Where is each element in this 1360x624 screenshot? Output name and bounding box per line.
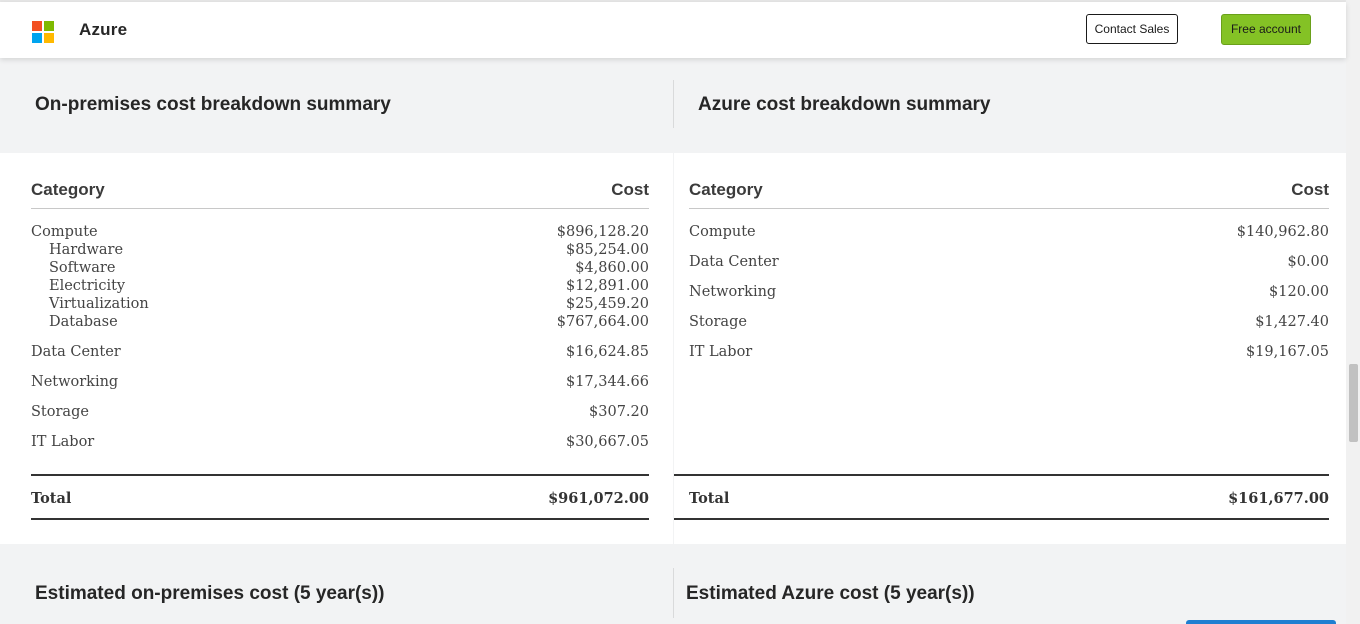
estimated-onprem-title: Estimated on-premises cost (5 year(s)) [35,583,385,604]
row-datacenter-cost: $16,624.85 [565,344,649,360]
total-bottom-divider [674,518,1329,520]
header-divider [689,208,1329,209]
azure-total-label: Total [689,490,730,507]
row-networking-label: Networking [31,374,119,390]
row-networking-cost: $120.00 [1269,284,1329,300]
row-datacenter-cost: $0.00 [1287,254,1329,270]
row-storage-label: Storage [31,404,89,420]
row-storage-cost: $1,427.40 [1255,314,1329,330]
azure-cost-table: Category Cost Compute $140,962.80 Data C… [674,153,1346,544]
onprem-total-value: $961,072.00 [548,490,649,507]
total-top-divider [674,474,1329,476]
row-electricity-cost: $12,891.00 [565,278,649,294]
free-account-button[interactable]: Free account [1221,14,1311,45]
azure-category-header: Category [689,180,763,199]
row-storage-cost: $307.20 [589,404,649,420]
scrollbar-thumb[interactable] [1349,364,1358,442]
row-hardware-label: Hardware [49,242,124,258]
chat-widget-edge[interactable] [1186,620,1336,624]
row-datacenter-label: Data Center [689,254,779,270]
row-hardware-cost: $85,254.00 [565,242,649,258]
row-itlabor-cost: $19,167.05 [1245,344,1329,360]
title-divider [673,80,674,128]
row-compute-label: Compute [689,224,756,240]
row-software-label: Software [49,260,116,276]
row-compute-cost: $140,962.80 [1236,224,1329,240]
brand-name[interactable]: Azure [79,20,127,40]
total-bottom-divider [31,518,649,520]
row-datacenter-label: Data Center [31,344,121,360]
microsoft-logo-icon[interactable] [32,21,54,43]
estimate-divider [673,568,674,618]
onprem-total-label: Total [31,490,72,507]
onprem-category-header: Category [31,180,105,199]
row-database-cost: $767,664.00 [556,314,649,330]
row-virtualization-cost: $25,459.20 [565,296,649,312]
azure-total-value: $161,677.00 [1228,490,1329,507]
row-virtualization-label: Virtualization [49,296,149,312]
contact-sales-button[interactable]: Contact Sales [1086,14,1178,44]
row-itlabor-label: IT Labor [689,344,753,360]
azure-summary-title: Azure cost breakdown summary [698,94,991,115]
row-electricity-label: Electricity [49,278,126,294]
azure-cost-header: Cost [1291,180,1329,199]
row-database-label: Database [49,314,118,330]
estimated-azure-title: Estimated Azure cost (5 year(s)) [686,583,975,604]
onprem-summary-title: On-premises cost breakdown summary [35,94,391,115]
onprem-cost-header: Cost [611,180,649,199]
total-top-divider [31,474,649,476]
row-itlabor-label: IT Labor [31,434,95,450]
row-itlabor-cost: $30,667.05 [565,434,649,450]
row-compute-label: Compute [31,224,98,240]
row-networking-cost: $17,344.66 [565,374,649,390]
site-header: Azure Contact Sales Free account [0,2,1346,58]
row-storage-label: Storage [689,314,747,330]
onprem-cost-table: Category Cost Compute $896,128.20 Hardwa… [0,153,673,544]
row-compute-cost: $896,128.20 [556,224,649,240]
header-divider [31,208,649,209]
row-software-cost: $4,860.00 [575,260,649,276]
page-scrollbar[interactable] [1346,0,1360,624]
row-networking-label: Networking [689,284,777,300]
